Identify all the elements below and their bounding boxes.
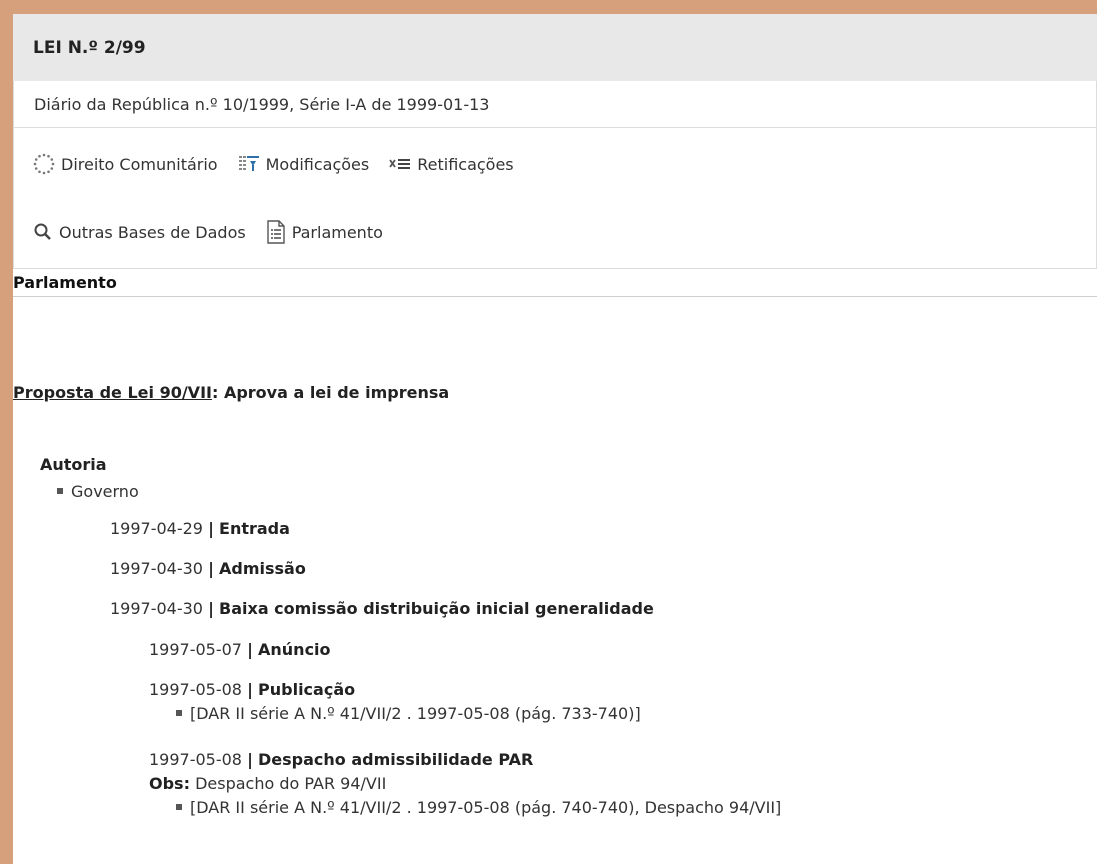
event-reference-text: [DAR II série A N.º 41/VII/2 . 1997-05-0… [190, 798, 782, 817]
event-item: 1997-04-29 | Entrada [110, 519, 290, 538]
event-label: Anúncio [258, 640, 331, 659]
event-item: 1997-05-08 | Despacho admissibilidade PA… [149, 750, 533, 769]
autoria-label: Autoria [40, 455, 107, 474]
separator: | [208, 559, 214, 578]
event-label: Despacho admissibilidade PAR [258, 750, 534, 769]
parlamento-label: Parlamento [291, 222, 383, 242]
separator: | [208, 599, 214, 618]
modificacoes-label: Modificações [265, 154, 370, 174]
event-label: Publicação [258, 680, 356, 699]
section-title: Parlamento [13, 269, 1097, 297]
bullet-icon [176, 709, 182, 716]
event-date: 1997-05-07 [149, 640, 242, 659]
event-item: 1997-04-30 | Admissão [110, 559, 306, 578]
retifications-icon [389, 159, 411, 169]
outras-bases-label: Outras Bases de Dados [59, 222, 246, 242]
law-title: LEI N.º 2/99 [13, 14, 1097, 81]
event-date: 1997-04-29 [110, 519, 203, 538]
event-date: 1997-04-30 [110, 599, 203, 618]
parlamento-link[interactable]: Parlamento [266, 220, 383, 244]
event-date: 1997-04-30 [110, 559, 203, 578]
autoria-value: Governo [71, 482, 139, 501]
event-date: 1997-05-08 [149, 680, 242, 699]
document-icon [266, 220, 285, 244]
event-label: Admissão [219, 559, 306, 578]
event-item: 1997-05-08 | Publicação [149, 680, 355, 699]
retificacoes-label: Retificações [417, 154, 514, 174]
toolbar-row-1: Direito Comunitário Modificações Retific… [33, 153, 534, 175]
retificacoes-link[interactable]: Retificações [389, 154, 514, 174]
outras-bases-link[interactable]: Outras Bases de Dados [33, 222, 246, 242]
separator: | [247, 640, 253, 659]
event-label: Baixa comissão distribuição inicial gene… [219, 599, 654, 618]
toolbar-row-2: Outras Bases de Dados Parlamento [33, 220, 403, 244]
eu-stars-icon [33, 153, 55, 175]
proposta-heading: Proposta de Lei 90/VII: Aprova a lei de … [13, 383, 449, 402]
event-item: 1997-04-30 | Baixa comissão distribuição… [110, 599, 654, 618]
modifications-icon [238, 156, 259, 171]
direito-comunitario-label: Direito Comunitário [61, 154, 218, 174]
event-reference[interactable]: [DAR II série A N.º 41/VII/2 . 1997-05-0… [176, 704, 641, 723]
autoria-item: Governo [57, 482, 139, 501]
publication-info: Diário da República n.º 10/1999, Série I… [13, 81, 1097, 127]
obs-label: Obs: [149, 774, 190, 793]
event-label: Entrada [219, 519, 290, 538]
obs-text: Despacho do PAR 94/VII [195, 774, 387, 793]
search-icon [34, 223, 51, 240]
document-panel: LEI N.º 2/99 Diário da República n.º 10/… [13, 14, 1097, 864]
separator: | [247, 680, 253, 699]
modificacoes-link[interactable]: Modificações [238, 154, 370, 174]
event-reference-text: [DAR II série A N.º 41/VII/2 . 1997-05-0… [190, 704, 641, 723]
proposta-link[interactable]: Proposta de Lei 90/VII [13, 383, 212, 402]
bullet-icon [57, 487, 63, 494]
event-reference[interactable]: [DAR II série A N.º 41/VII/2 . 1997-05-0… [176, 798, 781, 817]
event-date: 1997-05-08 [149, 750, 242, 769]
bullet-icon [176, 803, 182, 810]
event-item: 1997-05-07 | Anúncio [149, 640, 331, 659]
direito-comunitario-link[interactable]: Direito Comunitário [33, 153, 218, 175]
separator: | [208, 519, 214, 538]
separator: | [247, 750, 253, 769]
toolbar: Direito Comunitário Modificações Retific… [13, 127, 1097, 269]
proposta-rest: : Aprova a lei de imprensa [211, 383, 450, 402]
event-obs: Obs: Despacho do PAR 94/VII [149, 774, 386, 793]
